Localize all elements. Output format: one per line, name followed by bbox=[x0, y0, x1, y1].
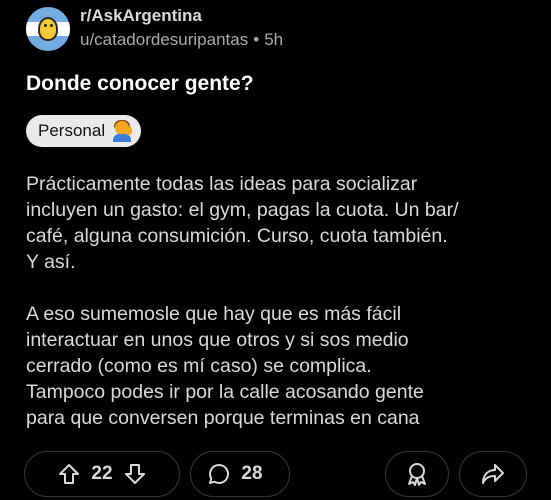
subreddit-name[interactable]: r/AskArgentina bbox=[80, 6, 283, 26]
post-body: Prácticamente todas las ideas para socia… bbox=[26, 171, 531, 457]
downvote-arrow-icon[interactable] bbox=[123, 462, 147, 486]
upvote-arrow-icon[interactable] bbox=[57, 462, 81, 486]
post-title: Donde conocer gente? bbox=[26, 72, 254, 95]
author-username[interactable]: u/catadordesuripantas bbox=[80, 30, 248, 49]
award-button[interactable] bbox=[385, 451, 449, 497]
upvote-count: 22 bbox=[91, 463, 113, 484]
share-button[interactable] bbox=[459, 451, 527, 497]
post-paragraph: A eso sumemosle que hay que es más fácil… bbox=[26, 303, 424, 429]
post-meta: r/AskArgentina u/catadordesuripantas • 5h bbox=[80, 6, 283, 52]
person-raising-hand-icon bbox=[111, 120, 133, 142]
share-icon bbox=[480, 461, 506, 487]
flair-label: Personal bbox=[38, 121, 106, 140]
post-flair[interactable]: Personal bbox=[26, 115, 142, 147]
post-time: 5h bbox=[264, 30, 284, 49]
separator-dot: • bbox=[253, 30, 260, 49]
comments-button[interactable]: 28 bbox=[190, 451, 290, 497]
post-header: r/AskArgentina u/catadordesuripantas • 5h bbox=[26, 6, 283, 52]
subreddit-avatar[interactable] bbox=[26, 7, 70, 51]
post-paragraph: Prácticamente todas las ideas para socia… bbox=[26, 173, 459, 273]
comment-bubble-icon bbox=[207, 462, 231, 486]
action-bar: 22 28 bbox=[24, 451, 527, 497]
award-icon bbox=[404, 461, 430, 487]
author-line: u/catadordesuripantas • 5h bbox=[80, 28, 283, 52]
comment-count: 28 bbox=[241, 463, 263, 484]
vote-group: 22 bbox=[24, 451, 180, 497]
